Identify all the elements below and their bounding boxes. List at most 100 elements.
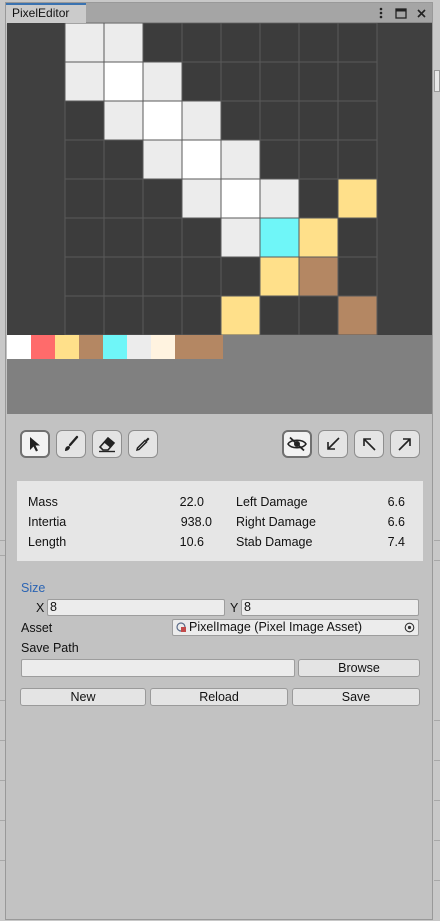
pixel-cell[interactable] — [220, 139, 261, 180]
pixel-cell[interactable] — [298, 178, 339, 219]
pixel-cell[interactable] — [103, 178, 144, 219]
palette-swatch[interactable] — [127, 335, 151, 359]
close-icon[interactable] — [414, 6, 428, 20]
object-picker-icon[interactable] — [404, 622, 415, 633]
pixel-cell[interactable] — [259, 295, 300, 335]
pixel-cell[interactable] — [181, 139, 222, 180]
pixel-cell[interactable] — [142, 100, 183, 141]
pixel-cell[interactable] — [64, 61, 105, 102]
pixel-cell[interactable] — [337, 23, 378, 63]
pixel-cell[interactable] — [298, 139, 339, 180]
pixel-cell[interactable] — [142, 178, 183, 219]
kebab-menu-icon[interactable] — [374, 6, 388, 20]
asset-icon — [176, 622, 186, 632]
asset-object-field[interactable]: PixelImage (Pixel Image Asset) — [172, 619, 419, 636]
pixel-cell[interactable] — [103, 139, 144, 180]
brush-tool-button[interactable] — [56, 430, 86, 458]
palette-swatch[interactable] — [7, 335, 31, 359]
pixel-cell[interactable] — [64, 23, 105, 63]
pixel-cell[interactable] — [103, 217, 144, 258]
pixel-cell[interactable] — [64, 256, 105, 297]
pixel-cell[interactable] — [142, 139, 183, 180]
pixel-cell[interactable] — [220, 295, 261, 335]
pixel-cell[interactable] — [64, 178, 105, 219]
pixel-cell[interactable] — [337, 100, 378, 141]
pixel-cell[interactable] — [259, 217, 300, 258]
arrow-up-left-button[interactable] — [354, 430, 384, 458]
pixel-cell[interactable] — [181, 23, 222, 63]
pixel-cell[interactable] — [337, 256, 378, 297]
size-x-field[interactable]: 8 — [47, 599, 225, 616]
pixel-cell[interactable] — [103, 23, 144, 63]
select-tool-button[interactable] — [20, 430, 50, 458]
pixel-cell[interactable] — [220, 256, 261, 297]
asset-label: Asset — [21, 621, 53, 635]
pixel-cell[interactable] — [64, 217, 105, 258]
pixel-cell[interactable] — [298, 61, 339, 102]
pixel-cell[interactable] — [337, 217, 378, 258]
arrow-down-left-button[interactable] — [318, 430, 348, 458]
pixel-cell[interactable] — [142, 61, 183, 102]
pixel-cell[interactable] — [259, 100, 300, 141]
maximize-icon[interactable] — [394, 6, 408, 20]
browse-button[interactable]: Browse — [298, 659, 420, 677]
pixel-cell[interactable] — [220, 217, 261, 258]
pixel-cell[interactable] — [220, 100, 261, 141]
pixel-cell[interactable] — [337, 178, 378, 219]
eyedropper-tool-button[interactable] — [128, 430, 158, 458]
palette-swatch[interactable] — [175, 335, 223, 359]
palette-swatch[interactable] — [79, 335, 103, 359]
pixel-cell[interactable] — [337, 295, 378, 335]
tab-pixel-editor[interactable]: PixelEditor — [6, 3, 86, 24]
palette-swatch[interactable] — [103, 335, 127, 359]
pixel-cell[interactable] — [220, 61, 261, 102]
pixel-grid[interactable] — [7, 23, 433, 335]
new-button[interactable]: New — [20, 688, 146, 706]
pixel-cell[interactable] — [298, 217, 339, 258]
background-line — [434, 540, 440, 541]
palette-swatch[interactable] — [55, 335, 79, 359]
pixel-cell[interactable] — [181, 178, 222, 219]
pixel-cell[interactable] — [259, 23, 300, 63]
size-y-field[interactable]: 8 — [241, 599, 419, 616]
pixel-cell[interactable] — [142, 256, 183, 297]
pixel-cell[interactable] — [103, 61, 144, 102]
eraser-tool-button[interactable] — [92, 430, 122, 458]
pixel-cell[interactable] — [259, 178, 300, 219]
pixel-cell[interactable] — [298, 100, 339, 141]
pixel-cell[interactable] — [337, 139, 378, 180]
pixel-cell[interactable] — [298, 295, 339, 335]
pixel-cell[interactable] — [142, 217, 183, 258]
pixel-cell[interactable] — [259, 256, 300, 297]
palette-swatch[interactable] — [151, 335, 175, 359]
pixel-cell[interactable] — [103, 100, 144, 141]
pixel-cell[interactable] — [64, 100, 105, 141]
pixel-cell[interactable] — [298, 256, 339, 297]
pixel-cell[interactable] — [259, 61, 300, 102]
mass-label: Mass — [28, 495, 58, 509]
save-button[interactable]: Save — [292, 688, 420, 706]
stab-damage-label: Stab Damage — [236, 535, 313, 549]
pixel-cell[interactable] — [181, 100, 222, 141]
pixel-cell[interactable] — [220, 178, 261, 219]
visibility-toggle-button[interactable] — [282, 430, 312, 458]
pixel-cell[interactable] — [298, 23, 339, 63]
save-path-field[interactable] — [21, 659, 295, 677]
pixel-cell[interactable] — [220, 23, 261, 63]
pixel-cell[interactable] — [181, 61, 222, 102]
pixel-cell[interactable] — [64, 139, 105, 180]
pixel-cell[interactable] — [337, 61, 378, 102]
pixel-cell[interactable] — [181, 217, 222, 258]
pixel-cell[interactable] — [64, 295, 105, 335]
pixel-cell[interactable] — [142, 23, 183, 63]
arrow-up-right-button[interactable] — [390, 430, 420, 458]
pixel-cell[interactable] — [259, 139, 300, 180]
pixel-grid-svg[interactable] — [7, 23, 433, 335]
pixel-cell[interactable] — [103, 256, 144, 297]
pixel-cell[interactable] — [181, 295, 222, 335]
pixel-cell[interactable] — [103, 295, 144, 335]
pixel-cell[interactable] — [142, 295, 183, 335]
palette-swatch[interactable] — [31, 335, 55, 359]
pixel-cell[interactable] — [181, 256, 222, 297]
reload-button[interactable]: Reload — [150, 688, 288, 706]
